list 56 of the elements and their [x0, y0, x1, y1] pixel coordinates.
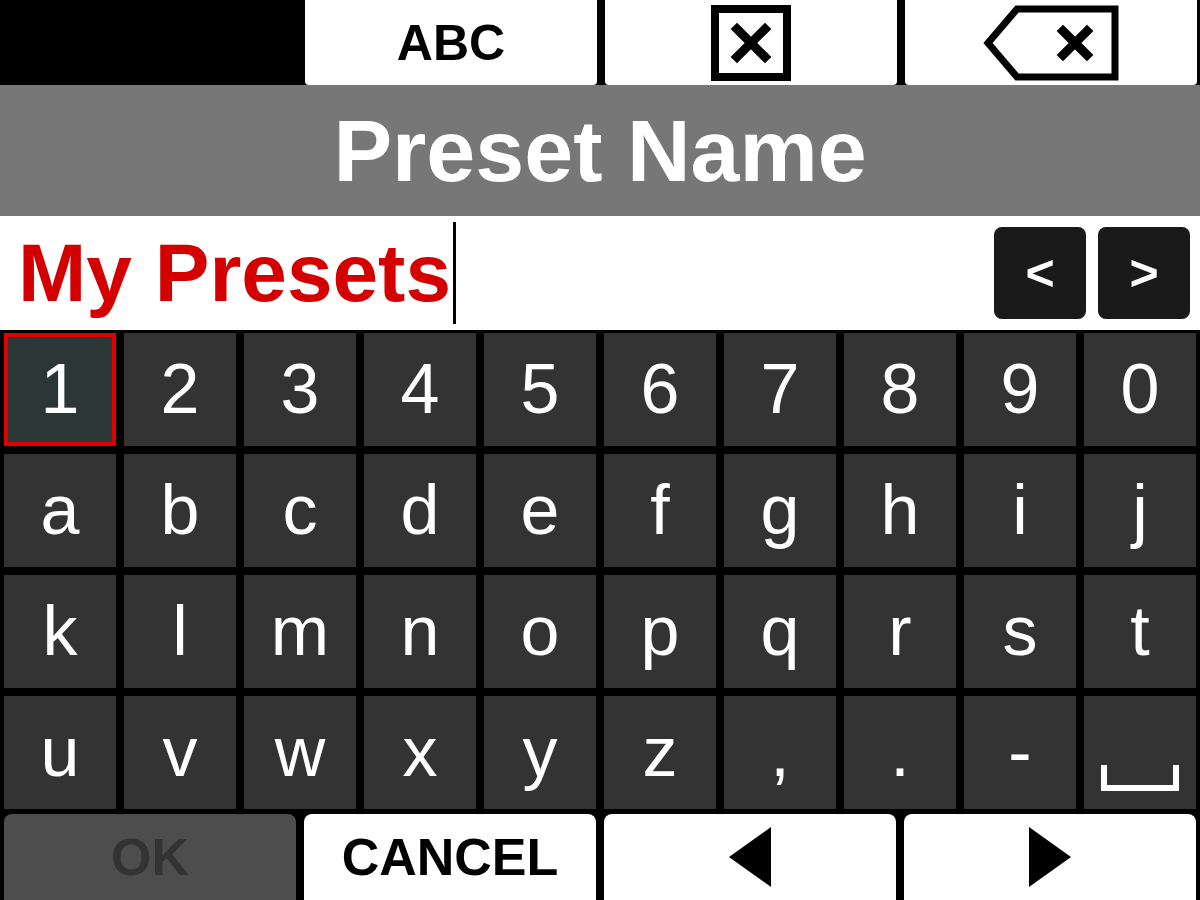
x-box-icon — [711, 4, 791, 81]
keyboard-key[interactable]: v — [124, 695, 236, 809]
keyboard-key[interactable]: q — [724, 574, 836, 688]
cursor-left-button[interactable] — [604, 813, 896, 900]
triangle-left-icon — [729, 826, 771, 887]
mode-button[interactable]: ABC — [305, 0, 597, 86]
keyboard-key[interactable]: n — [364, 574, 476, 688]
keyboard-key[interactable]: g — [724, 453, 836, 567]
keyboard-key[interactable]: 3 — [244, 332, 356, 446]
keyboard-key[interactable]: 0 — [1084, 332, 1196, 446]
keyboard-key[interactable]: 1 — [4, 332, 116, 446]
keyboard-key[interactable]: x — [364, 695, 476, 809]
keyboard-key[interactable]: c — [244, 453, 356, 567]
keyboard-key[interactable]: 6 — [604, 332, 716, 446]
keyboard-key[interactable]: h — [844, 453, 956, 567]
keyboard-key[interactable]: e — [484, 453, 596, 567]
cancel-button[interactable]: CANCEL — [304, 813, 596, 900]
backspace-button[interactable] — [905, 0, 1197, 86]
keyboard-key[interactable]: s — [964, 574, 1076, 688]
keyboard-key[interactable]: a — [4, 453, 116, 567]
space-icon — [1101, 765, 1179, 792]
keyboard-key[interactable]: j — [1084, 453, 1196, 567]
keyboard-key[interactable]: t — [1084, 574, 1196, 688]
keyboard-key[interactable]: 4 — [364, 332, 476, 446]
keyboard-key[interactable]: . — [844, 695, 956, 809]
keyboard-key[interactable]: d — [364, 453, 476, 567]
keyboard-key[interactable]: b — [124, 453, 236, 567]
keyboard-key[interactable]: 5 — [484, 332, 596, 446]
backspace-icon — [983, 4, 1119, 81]
keyboard-key[interactable]: i — [964, 453, 1076, 567]
keyboard-key[interactable]: w — [244, 695, 356, 809]
keyboard-key[interactable]: 2 — [124, 332, 236, 446]
space-key[interactable] — [1084, 695, 1196, 809]
keyboard-key[interactable]: m — [244, 574, 356, 688]
text-cursor-icon — [453, 222, 457, 325]
keyboard-key[interactable]: o — [484, 574, 596, 688]
cursor-right-button[interactable] — [904, 813, 1196, 900]
keyboard-key[interactable]: p — [604, 574, 716, 688]
triangle-right-icon — [1029, 826, 1071, 887]
keyboard-key[interactable]: k — [4, 574, 116, 688]
keyboard-key[interactable]: r — [844, 574, 956, 688]
keyboard-key[interactable]: l — [124, 574, 236, 688]
keyboard-key[interactable]: 9 — [964, 332, 1076, 446]
next-button[interactable]: > — [1098, 227, 1190, 320]
keyboard-key[interactable]: , — [724, 695, 836, 809]
keyboard-key[interactable]: f — [604, 453, 716, 567]
name-field[interactable]: My Presets — [0, 216, 986, 330]
keyboard-key[interactable]: - — [964, 695, 1076, 809]
dialog-title: Preset Name — [333, 106, 867, 195]
clear-button[interactable] — [605, 0, 897, 86]
keyboard-key[interactable]: 8 — [844, 332, 956, 446]
previous-button[interactable]: < — [994, 227, 1086, 320]
keyboard-key[interactable]: y — [484, 695, 596, 809]
keyboard-key[interactable]: u — [4, 695, 116, 809]
keyboard-key[interactable]: z — [604, 695, 716, 809]
keyboard-key[interactable]: 7 — [724, 332, 836, 446]
